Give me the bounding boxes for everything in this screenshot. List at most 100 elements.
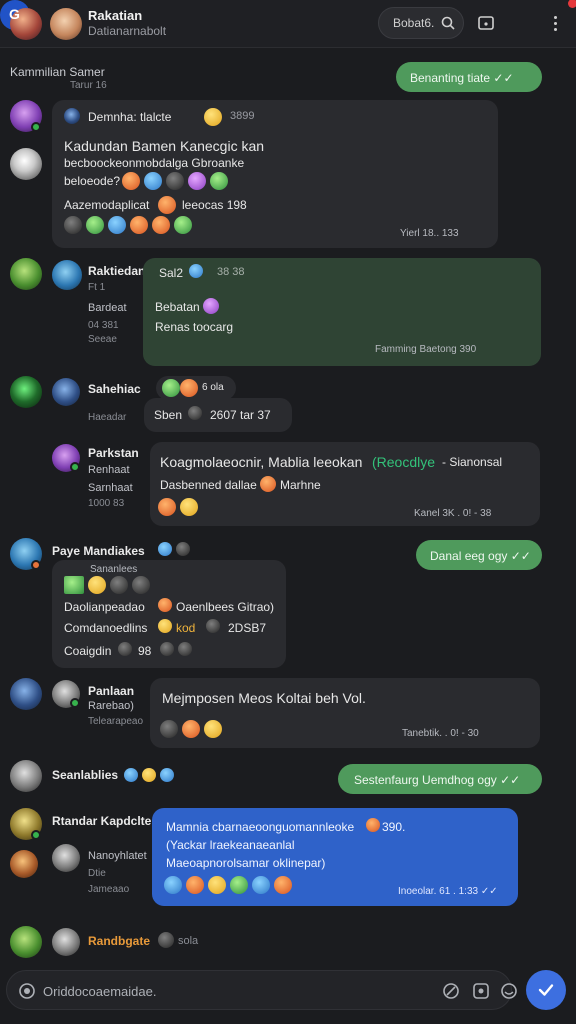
outgoing-message[interactable]: Sal2 38 38 Bebatan Renas toocarg Famming… [143, 258, 541, 366]
incoming-message[interactable]: Sananlees Daolianpeadao Oaenlbees Gitrao… [52, 560, 286, 668]
message-text: Aazemodaplicat [64, 198, 150, 212]
sender-name[interactable]: Panlaan [88, 684, 134, 698]
send-button[interactable] [526, 970, 566, 1010]
user-avatar[interactable] [10, 258, 42, 290]
message-link[interactable]: (Reocdlye [372, 454, 435, 470]
purple-emoji-icon [203, 298, 219, 314]
attach-icon[interactable] [17, 981, 37, 1001]
message-meta: Renhaat [88, 464, 130, 476]
message-text: Coaigdin [64, 644, 112, 658]
message-count: 38 38 [217, 266, 245, 278]
message-text: Sestenfaurg Uemdhog ogy ✓✓ [354, 773, 521, 787]
badge-icon [142, 768, 156, 782]
message-meta: Tarur 16 [70, 80, 107, 91]
message-text: beloeode? [64, 174, 121, 188]
message-meta: Nanoyhlatet [88, 850, 147, 862]
online-status-icon [31, 560, 41, 570]
sender-name[interactable]: Seanlablies [52, 768, 118, 782]
reaction-row[interactable] [64, 216, 196, 234]
user-avatar[interactable] [52, 928, 80, 956]
message-header: Demnha: tlalcte [88, 110, 172, 124]
message-timestamp: Kanel 3K . 0! - 38 [414, 508, 492, 519]
outgoing-message[interactable]: Mamnia cbarnaeoonguomannleoke 390. (Yack… [152, 808, 518, 906]
message-count: 3899 [230, 110, 255, 122]
message-text: Comdanoedlins [64, 621, 148, 635]
outgoing-message[interactable]: Benanting tiate ✓✓ [396, 62, 542, 92]
message-meta: Dtie [88, 868, 106, 879]
sender-name[interactable]: Paye Mandiakes [52, 544, 145, 558]
incoming-message[interactable]: Demnha: tlalcte 3899 Kadundan Bamen Kane… [52, 100, 498, 248]
user-avatar[interactable] [10, 678, 42, 710]
message-timestamp: Yierl 18.. 133 [400, 228, 459, 239]
more-dot-icon [554, 28, 557, 31]
user-avatar[interactable] [10, 926, 42, 958]
sender-avatar [64, 108, 80, 124]
emoji-icon [206, 619, 220, 633]
smile-emoji-icon [204, 108, 222, 126]
emoji-picker-icon[interactable] [499, 981, 519, 1001]
send-check-icon [538, 984, 554, 996]
message-meta: 1000 83 [88, 498, 125, 509]
badge-icon [160, 768, 174, 782]
badge-icon [158, 542, 172, 556]
message-input[interactable] [43, 981, 343, 1001]
profile-letter: G [9, 6, 20, 22]
message-composer[interactable] [6, 970, 517, 1010]
search-icon [441, 16, 455, 30]
online-status-icon [31, 122, 41, 132]
reaction-row[interactable] [160, 720, 226, 738]
user-avatar[interactable] [52, 844, 80, 872]
incoming-message[interactable]: Mejmposen Meos Koltai beh Vol. Tanebtik.… [150, 678, 540, 748]
reaction-row[interactable] [158, 498, 202, 516]
chat-avatar[interactable] [50, 8, 82, 40]
incoming-message[interactable]: Koagmolaeocnir, Mablia leeokan (Reocdlye… [150, 442, 540, 526]
message-meta: sola [178, 935, 199, 947]
outgoing-message[interactable]: Danal eeg ogy ✓✓ [416, 540, 542, 570]
badge-icon [124, 768, 138, 782]
message-meta: 04 381 [88, 320, 119, 331]
message-text: Marhne [280, 478, 321, 492]
incoming-message[interactable]: Sben 2607 tar 37 [144, 398, 292, 432]
more-dot-icon [554, 22, 557, 25]
chat-subtitle: Datianarnabolt [88, 24, 167, 38]
link-icon[interactable] [441, 981, 461, 1001]
emoji-row [64, 576, 154, 594]
user-avatar[interactable] [52, 378, 80, 406]
more-options-button[interactable] [545, 10, 565, 36]
message-text: Benanting tiate ✓✓ [410, 71, 514, 85]
sender-name[interactable]: Raktiedan [88, 264, 145, 278]
media-button[interactable] [473, 10, 499, 36]
user-avatar[interactable] [10, 376, 42, 408]
message-text: Koagmolaeocnir, Mablia leeokan [160, 454, 363, 470]
message-text: leeocas 198 [182, 198, 247, 212]
sender-name[interactable]: Parkstan [88, 446, 139, 460]
message-text: Danal eeg ogy ✓✓ [430, 549, 531, 563]
search-button[interactable]: Bobat6. [378, 7, 464, 39]
user-avatar[interactable] [10, 850, 38, 878]
user-avatar[interactable] [52, 260, 82, 290]
message-text: 2607 tar 37 [210, 408, 271, 422]
message-text: Maeoapnorolsamar oklinepar) [166, 856, 326, 870]
emoji-icon [158, 619, 172, 633]
emoji-icon [188, 406, 202, 420]
reaction-row[interactable] [164, 876, 296, 894]
emoji-icon [178, 642, 192, 656]
sender-name[interactable]: Randbgate [88, 934, 150, 948]
message-text: Sananlees [90, 564, 138, 575]
user-avatar[interactable] [10, 148, 42, 180]
message-text: Mejmposen Meos Koltai beh Vol. [162, 690, 366, 706]
image-icon[interactable] [471, 981, 491, 1001]
message-text: Mamnia cbarnaeoonguomannleoke [166, 820, 355, 834]
sender-name[interactable]: Sahehiac [88, 382, 141, 396]
shield-emoji-icon [189, 264, 203, 278]
fire-emoji-icon [260, 476, 276, 492]
reaction-emoji-icon [180, 379, 198, 397]
sender-name[interactable]: Kammilian Samer [10, 65, 105, 79]
online-status-icon [70, 462, 80, 472]
reaction-count: 6 ola [202, 382, 224, 393]
user-avatar[interactable] [10, 760, 42, 792]
message-meta: Bardeat [88, 302, 127, 314]
outgoing-message[interactable]: Sestenfaurg Uemdhog ogy ✓✓ [338, 764, 542, 794]
sender-name[interactable]: Rtandar Kapdclte [52, 814, 151, 828]
reaction-chip[interactable]: 6 ola [156, 376, 236, 400]
